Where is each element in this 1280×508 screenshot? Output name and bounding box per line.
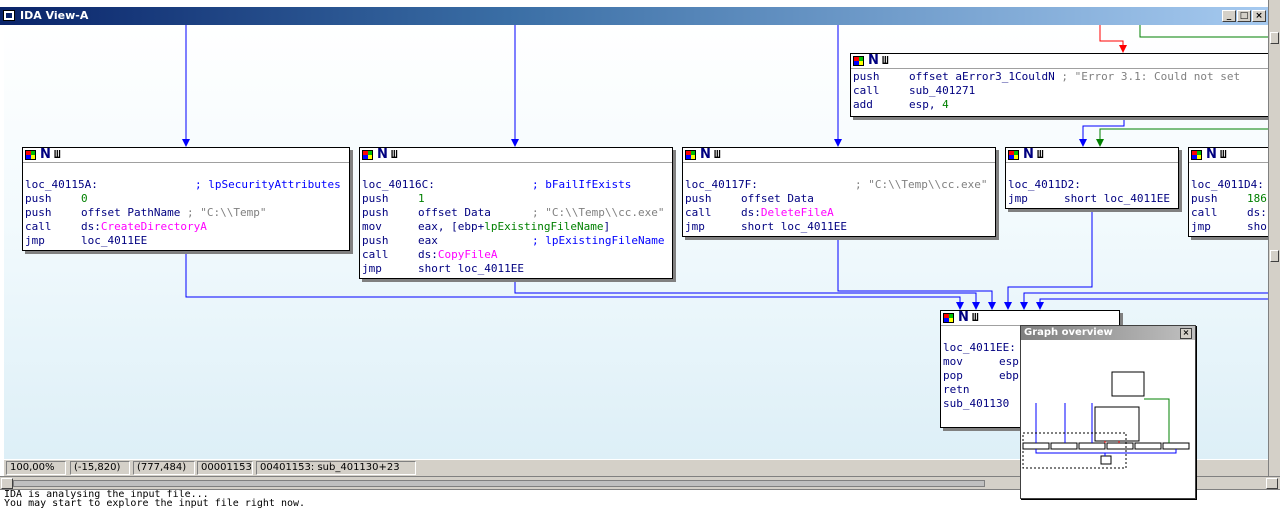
mouse-position: (777,484): [133, 461, 195, 475]
edge: [1099, 25, 1127, 53]
close-button[interactable]: ×: [1252, 10, 1266, 22]
edge: [837, 236, 996, 310]
splitter-grip[interactable]: [1270, 250, 1279, 262]
scroll-left-button[interactable]: [1, 478, 13, 489]
overview-minimap[interactable]: [1021, 341, 1195, 497]
node-color-icon: [943, 313, 954, 323]
overview-close-button[interactable]: ×: [1180, 328, 1192, 339]
right-panel-strip[interactable]: [1268, 0, 1280, 480]
zoom-level: 100,00%: [6, 461, 66, 475]
edge: [1139, 25, 1268, 38]
window-title: IDA View-A: [20, 9, 89, 22]
current-address: 00401153: sub_401130+23: [256, 461, 416, 475]
node-loc-4011d4[interactable]: NШ loc_4011D4: push 186 call ds: jmp sho: [1188, 147, 1268, 237]
node-color-icon: [1191, 150, 1202, 160]
file-offset: 00001153: [197, 461, 253, 475]
node-loc-4011d2[interactable]: NШ loc_4011D2: jmp short loc_4011EE: [1005, 147, 1179, 209]
edge: [1079, 116, 1125, 147]
ida-window: IDA View-A _ □ × N Ш push offset aError3…: [0, 0, 1280, 508]
edge: [1036, 298, 1268, 310]
node-loc-40115a[interactable]: NШ loc_40115A:; lpSecurityAttributes pus…: [22, 147, 350, 251]
node-color-icon: [1008, 150, 1019, 160]
minimize-button[interactable]: _: [1222, 10, 1236, 22]
title-bar[interactable]: IDA View-A _ □ ×: [0, 7, 1268, 25]
edge: [514, 278, 980, 310]
edge: [1004, 208, 1093, 310]
node-color-icon: [362, 150, 373, 160]
maximize-button[interactable]: □: [1237, 10, 1251, 22]
node-loc-40117f[interactable]: NШ loc_40117F:; "C:\\Temp\\cc.exe" push o…: [682, 147, 996, 237]
scroll-thumb[interactable]: [13, 480, 985, 487]
node-color-icon: [853, 56, 864, 66]
overview-title: Graph overview: [1024, 327, 1113, 338]
edge: [1020, 292, 1268, 310]
node-loc-40116c[interactable]: NШ loc_40116C:; bFailIfExists push 1 push…: [359, 147, 673, 279]
scroll-right-button[interactable]: [1266, 478, 1278, 489]
node-top-right[interactable]: NШ push offset aError3_1CouldN ; "Error 3…: [850, 53, 1268, 117]
splitter-grip[interactable]: [1270, 32, 1279, 44]
output-line: You may start to explore the input file …: [4, 498, 306, 508]
app-icon: [3, 10, 15, 21]
graph-coordinates: (-15,820): [70, 461, 130, 475]
node-color-icon: [685, 150, 696, 160]
node-color-icon: [25, 150, 36, 160]
graph-overview-panel[interactable]: Graph overview ×: [1020, 325, 1196, 499]
edge: [1096, 128, 1268, 147]
